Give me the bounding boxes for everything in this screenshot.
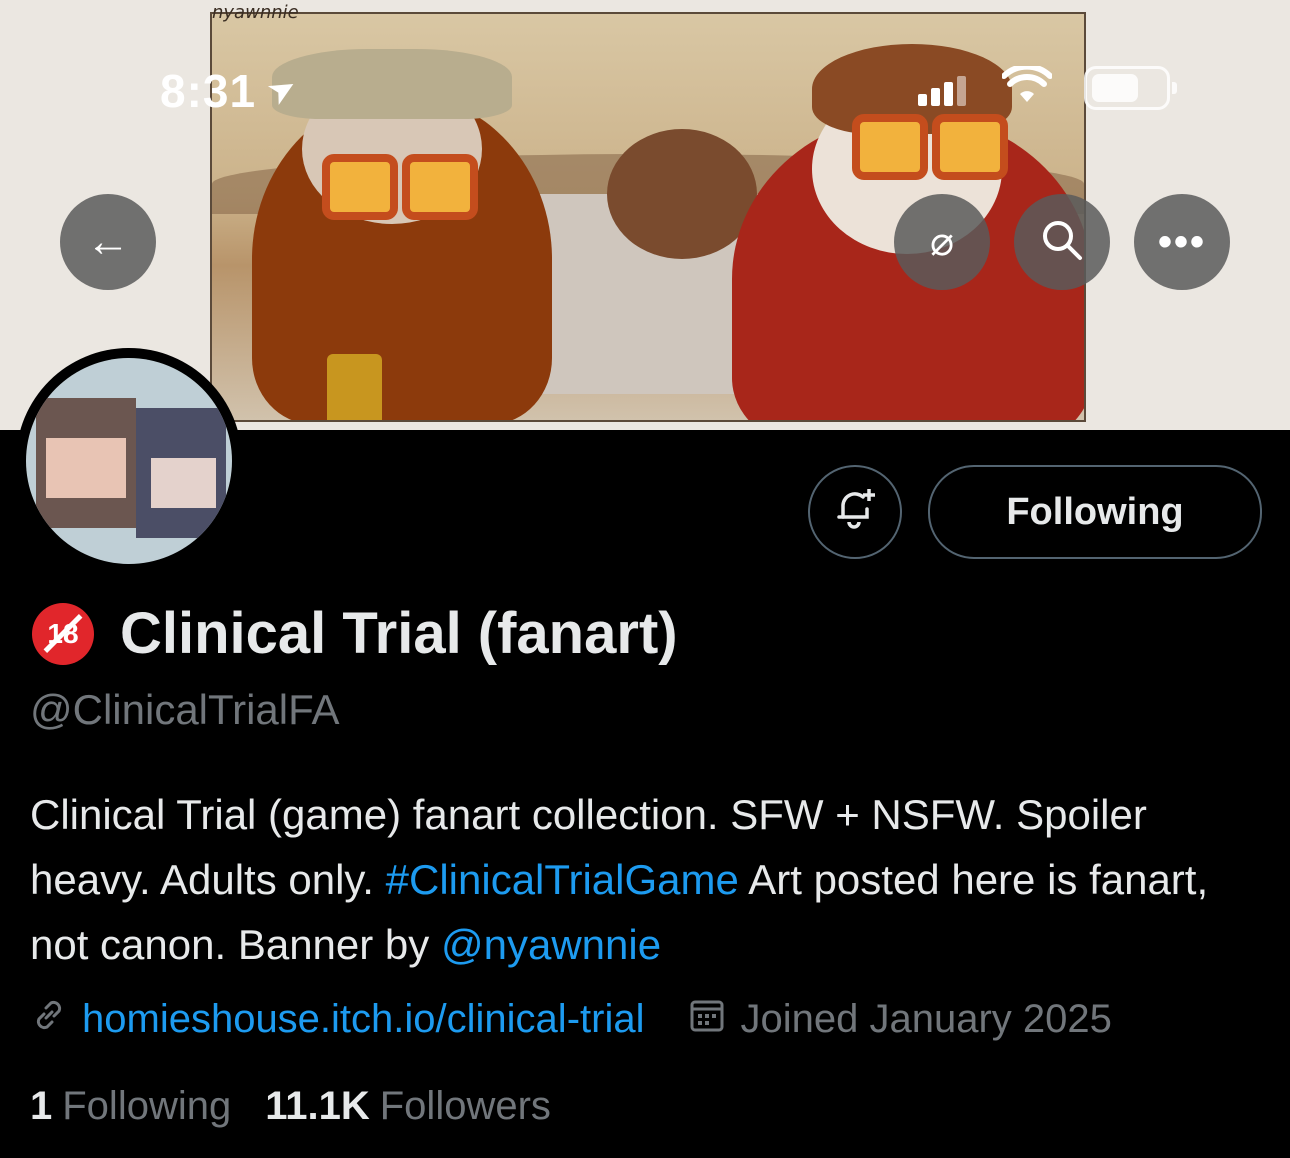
more-icon: ••• [1157, 219, 1206, 264]
link-icon [30, 996, 68, 1043]
banner-glasses [402, 154, 478, 220]
grok-icon: ⌀ [929, 220, 955, 264]
calendar-icon [688, 996, 726, 1043]
following-count: 1 [30, 1084, 53, 1128]
grok-button[interactable]: ⌀ [894, 194, 990, 290]
banner-glasses [852, 114, 928, 180]
arrow-left-icon: ← [86, 217, 130, 266]
profile-bio: Clinical Trial (game) fanart collection.… [30, 782, 1270, 977]
joined-date: Joined January 2025 [740, 997, 1112, 1041]
avatar-image [26, 358, 232, 564]
banner-character-middle [607, 129, 757, 259]
website-link[interactable]: homieshouse.itch.io/clinical-trial [82, 997, 644, 1042]
followers-count: 11.1K [265, 1084, 370, 1128]
follow-stats: 1 Following 11.1K Followers [30, 1084, 551, 1129]
following-label: Following [62, 1084, 232, 1128]
hashtag-link[interactable]: #ClinicalTrialGame [386, 856, 739, 903]
banner-glasses [322, 154, 398, 220]
status-time: 8:31 [160, 65, 257, 117]
following-stat[interactable]: 1 Following [30, 1084, 231, 1129]
battery-icon [1084, 66, 1177, 110]
followers-label: Followers [379, 1084, 551, 1128]
bell-plus-icon [833, 485, 877, 539]
username-handle: @ClinicalTrialFA [30, 686, 340, 733]
display-name: Clinical Trial (fanart) [120, 601, 678, 666]
back-button[interactable]: ← [60, 194, 156, 290]
banner-cup [327, 354, 382, 420]
more-button[interactable]: ••• [1134, 194, 1230, 290]
profile-meta: homieshouse.itch.io/clinical-trial Joine… [30, 996, 1112, 1043]
following-button[interactable]: Following [928, 465, 1262, 559]
display-name-row: 18 Clinical Trial (fanart) [32, 600, 678, 667]
wifi-icon [1001, 63, 1053, 116]
search-button[interactable] [1014, 194, 1110, 290]
search-icon [1040, 218, 1084, 267]
banner-glasses [932, 114, 1008, 180]
banner-signature: nyawnnie [212, 2, 299, 23]
notifications-button[interactable] [808, 465, 902, 559]
avatar[interactable] [16, 348, 242, 574]
followers-stat[interactable]: 11.1K Followers [265, 1084, 551, 1129]
mention-link[interactable]: @nyawnnie [441, 921, 661, 968]
adults-only-badge-icon: 18 [32, 602, 94, 665]
banner-hat [272, 49, 512, 119]
